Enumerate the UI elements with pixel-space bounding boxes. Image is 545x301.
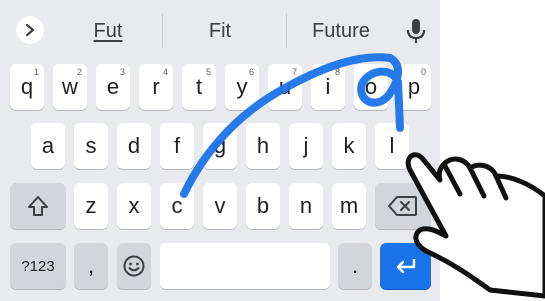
key-hint: 5 [205, 67, 211, 77]
key-label: p [407, 74, 421, 99]
delete-key[interactable] [375, 183, 431, 229]
key-label: g [213, 133, 227, 158]
enter-key[interactable] [380, 243, 431, 289]
suggestion-2[interactable]: Fit [190, 18, 250, 44]
key-hint: 3 [119, 67, 125, 77]
chevron-right-icon [25, 23, 35, 37]
key-hint: 9 [377, 67, 383, 77]
suggestion-3[interactable]: Future [298, 18, 384, 44]
key-label: m [339, 193, 359, 218]
key-hint: 4 [162, 67, 168, 77]
key-o[interactable]: 9o [354, 64, 388, 110]
key-label: i [325, 74, 331, 99]
voice-input-button[interactable] [402, 16, 430, 46]
key-label: s [85, 133, 97, 158]
key-q[interactable]: 1q [10, 64, 44, 110]
emoji-smile-icon [123, 255, 145, 277]
emoji-key[interactable] [117, 243, 151, 289]
key-x[interactable]: x [117, 183, 151, 229]
shift-arrow-icon [28, 196, 48, 216]
key-label: . [351, 253, 359, 278]
key-label: b [256, 193, 270, 218]
key-p[interactable]: 0p [397, 64, 431, 110]
key-label: q [20, 74, 34, 99]
expand-toolbar-button[interactable] [16, 16, 44, 44]
key-d[interactable]: d [117, 123, 151, 169]
keyboard: Fut Fit Future 1q 2w 3e 4r 5t 6y 7u 8i 9… [0, 0, 440, 301]
key-label: t [195, 74, 203, 99]
key-hint: 0 [420, 67, 426, 77]
key-h[interactable]: h [246, 123, 280, 169]
key-label: z [85, 193, 97, 218]
screenshot-stage: Fut Fit Future 1q 2w 3e 4r 5t 6y 7u 8i 9… [0, 0, 545, 301]
key-label: o [364, 74, 378, 99]
key-f[interactable]: f [160, 123, 194, 169]
key-j[interactable]: j [289, 123, 323, 169]
key-z[interactable]: z [74, 183, 108, 229]
spacebar[interactable] [160, 243, 330, 289]
key-c[interactable]: c [160, 183, 194, 229]
key-t[interactable]: 5t [182, 64, 216, 110]
key-hint: 1 [33, 67, 39, 77]
microphone-icon [406, 19, 426, 43]
key-label: w [62, 74, 78, 99]
key-label: ?123 [21, 257, 55, 275]
key-label: n [299, 193, 313, 218]
suggestion-divider [286, 14, 287, 48]
key-label: e [106, 74, 120, 99]
key-i[interactable]: 8i [311, 64, 345, 110]
key-v[interactable]: v [203, 183, 237, 229]
key-label: y [236, 74, 248, 99]
key-hint: 6 [248, 67, 254, 77]
key-s[interactable]: s [74, 123, 108, 169]
key-label: r [152, 74, 160, 99]
key-y[interactable]: 6y [225, 64, 259, 110]
key-m[interactable]: m [332, 183, 366, 229]
suggestion-1[interactable]: Fut [78, 18, 138, 44]
key-label: a [41, 133, 55, 158]
key-label: k [343, 133, 355, 158]
key-hint: 7 [291, 67, 297, 77]
key-hint: 8 [334, 67, 340, 77]
key-n[interactable]: n [289, 183, 323, 229]
key-g[interactable]: g [203, 123, 237, 169]
backspace-icon [388, 196, 417, 216]
key-label: j [303, 133, 309, 158]
key-label: , [87, 253, 95, 278]
key-e[interactable]: 3e [96, 64, 130, 110]
key-label: l [389, 133, 395, 158]
key-b[interactable]: b [246, 183, 280, 229]
key-label: d [127, 133, 141, 158]
shift-key[interactable] [10, 183, 66, 229]
key-label: c [171, 193, 183, 218]
symbols-key[interactable]: ?123 [10, 243, 66, 289]
key-hint: 2 [76, 67, 82, 77]
key-r[interactable]: 4r [139, 64, 173, 110]
key-l[interactable]: l [375, 123, 409, 169]
key-k[interactable]: k [332, 123, 366, 169]
key-label: v [214, 193, 226, 218]
key-label: x [128, 193, 140, 218]
key-label: h [256, 133, 270, 158]
comma-key[interactable]: , [74, 243, 108, 289]
suggestion-strip: Fut Fit Future [0, 0, 440, 60]
key-label: u [278, 74, 292, 99]
enter-arrow-icon [396, 259, 415, 274]
key-u[interactable]: 7u [268, 64, 302, 110]
period-key[interactable]: . [338, 243, 372, 289]
suggestion-divider [162, 14, 163, 48]
key-a[interactable]: a [31, 123, 65, 169]
key-label: f [173, 133, 181, 158]
key-w[interactable]: 2w [53, 64, 87, 110]
